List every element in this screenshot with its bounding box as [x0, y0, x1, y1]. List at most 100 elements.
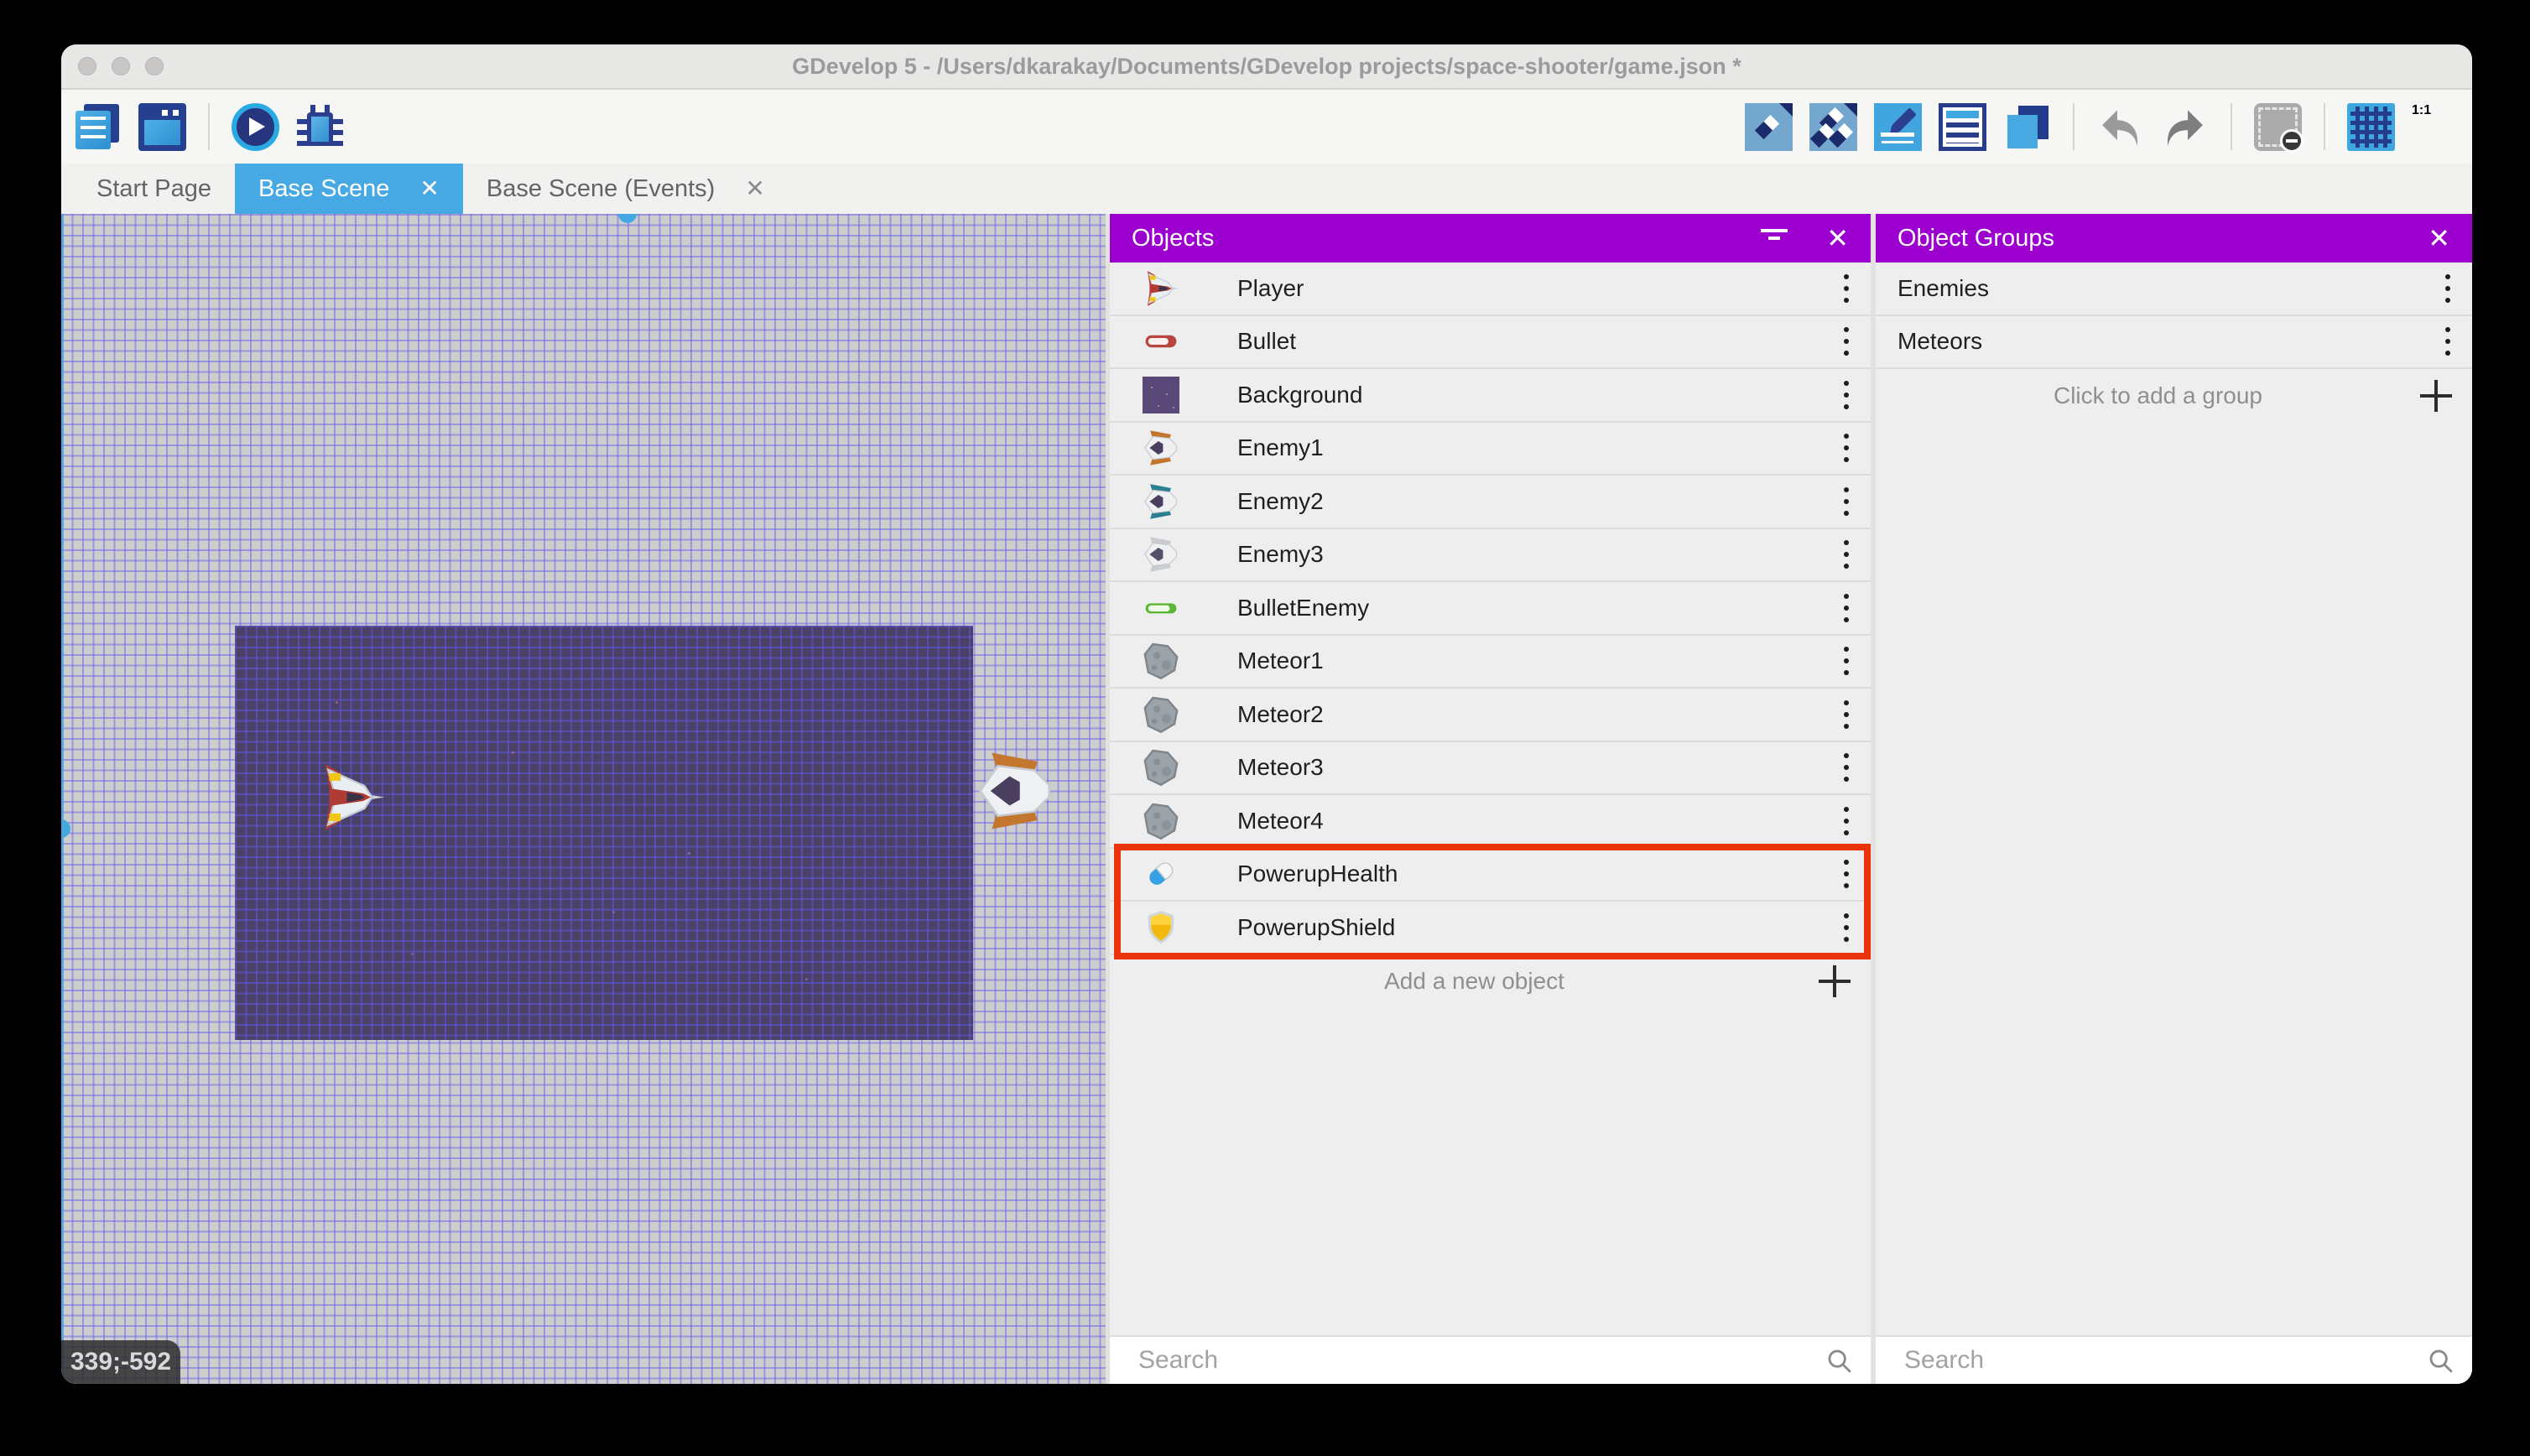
- add-group-label: Click to add a group: [2053, 382, 2263, 408]
- object-row[interactable]: Enemies: [1876, 263, 2472, 316]
- object-groups-list: Enemies Meteors Click to add a group: [1876, 263, 2472, 1335]
- object-name: Meteor3: [1237, 754, 1324, 781]
- canvas-horizontal-scroll-thumb[interactable]: [618, 214, 637, 223]
- kebab-menu-icon[interactable]: [1844, 273, 1849, 303]
- toolbar-left-group: [74, 102, 344, 151]
- kebab-menu-icon[interactable]: [1844, 434, 1849, 463]
- close-icon[interactable]: ✕: [2428, 225, 2450, 252]
- object-row[interactable]: Background: [1110, 369, 1871, 423]
- undo-icon[interactable]: [2096, 103, 2144, 151]
- background-tile-icon: [1141, 375, 1181, 415]
- toolbar-right-group: 1:1: [1745, 102, 2460, 153]
- properties-pencil-icon[interactable]: [1874, 102, 1922, 151]
- object-name: Background: [1237, 381, 1363, 408]
- kebab-menu-icon[interactable]: [1844, 380, 1849, 409]
- object-row[interactable]: Enemy3: [1110, 529, 1871, 582]
- scene-canvas[interactable]: 339;-592: [61, 214, 1106, 1384]
- kebab-menu-icon[interactable]: [1844, 327, 1849, 356]
- objects-panel-title: Objects: [1132, 224, 1215, 252]
- play-preview-icon[interactable]: [232, 102, 279, 151]
- enemy-instance[interactable]: [971, 744, 1059, 838]
- object-name: Player: [1237, 274, 1304, 301]
- kebab-menu-icon[interactable]: [1844, 806, 1849, 835]
- object-row[interactable]: Meteor4: [1110, 795, 1871, 849]
- kebab-menu-icon[interactable]: [2445, 273, 2450, 303]
- object-row[interactable]: Meteor1: [1110, 636, 1871, 689]
- close-tab-icon[interactable]: ✕: [419, 177, 439, 200]
- kebab-menu-icon[interactable]: [1844, 753, 1849, 783]
- object-row[interactable]: Bullet: [1110, 316, 1871, 369]
- object-row[interactable]: Meteor2: [1110, 689, 1871, 742]
- main-content: 339;-592 Objects ✕ Player Bullet Backgroun…: [61, 214, 2472, 1384]
- kebab-menu-icon[interactable]: [1844, 647, 1849, 676]
- object-row[interactable]: BulletEnemy: [1110, 582, 1871, 636]
- zoom-1-1-icon[interactable]: 1:1: [2412, 103, 2460, 151]
- kebab-menu-icon[interactable]: [1844, 699, 1849, 729]
- object-name: Enemy3: [1237, 541, 1324, 568]
- object-row[interactable]: Enemy1: [1110, 423, 1871, 476]
- canvas-vertical-scroll-thumb[interactable]: [61, 819, 70, 838]
- search-icon: [1828, 1349, 1851, 1373]
- player-ship-icon: [1141, 268, 1181, 309]
- app-window: GDevelop 5 - /Users/dkarakay/Documents/G…: [61, 44, 2472, 1384]
- kebab-menu-icon[interactable]: [2445, 327, 2450, 356]
- objects-search-input[interactable]: [1110, 1337, 1871, 1384]
- window-mask-icon[interactable]: [2254, 102, 2304, 153]
- add-group-row[interactable]: Click to add a group: [1876, 369, 2472, 423]
- instances-list-icon[interactable]: [1939, 102, 1986, 151]
- project-manager-icon[interactable]: [74, 103, 122, 151]
- object-groups-editor-icon[interactable]: [1809, 102, 1857, 151]
- window-titlebar: GDevelop 5 - /Users/dkarakay/Documents/G…: [61, 44, 2472, 90]
- player-instance[interactable]: [313, 757, 388, 837]
- tab-base-scene-events[interactable]: Base Scene (Events) ✕: [463, 164, 789, 214]
- object-row[interactable]: Player: [1110, 263, 1871, 316]
- object-groups-panel-title: Object Groups: [1898, 224, 2054, 252]
- object-row[interactable]: Enemy2: [1110, 476, 1871, 529]
- toolbar-divider: [2073, 103, 2074, 150]
- kebab-menu-icon[interactable]: [1844, 593, 1849, 622]
- kebab-menu-icon[interactable]: [1844, 860, 1849, 889]
- canvas-scroll-track: [61, 214, 64, 1384]
- meteor-icon: [1141, 694, 1181, 735]
- redo-icon[interactable]: [2161, 103, 2209, 151]
- cursor-coordinates-badge: 339;-592: [61, 1340, 180, 1384]
- filter-icon[interactable]: [1757, 226, 1791, 251]
- object-name: Meteor1: [1237, 647, 1324, 674]
- close-tab-icon[interactable]: ✕: [745, 177, 764, 200]
- object-row[interactable]: Meteors: [1876, 316, 2472, 369]
- plus-icon[interactable]: [1819, 965, 1851, 998]
- screenshot-background: GDevelop 5 - /Users/dkarakay/Documents/G…: [0, 0, 2530, 1456]
- red-bullet-icon: [1141, 321, 1181, 361]
- kebab-menu-icon[interactable]: [1844, 540, 1849, 569]
- close-icon[interactable]: ✕: [1826, 225, 1849, 252]
- kebab-menu-icon[interactable]: [1844, 486, 1849, 516]
- object-row[interactable]: PowerupShield: [1110, 902, 1871, 955]
- add-object-row[interactable]: Add a new object: [1110, 955, 1871, 1009]
- debug-bug-icon[interactable]: [296, 103, 344, 151]
- object-row[interactable]: PowerupHealth: [1110, 849, 1871, 902]
- tab-start-page[interactable]: Start Page: [73, 164, 235, 214]
- scene-window-icon[interactable]: [138, 102, 186, 151]
- tab-label: Base Scene: [258, 174, 390, 202]
- objects-panel: Objects ✕ Player Bullet Background Enemy1 En…: [1106, 214, 1871, 1384]
- tab-label: Base Scene (Events): [486, 174, 716, 202]
- window-title: GDevelop 5 - /Users/dkarakay/Documents/G…: [792, 53, 1741, 79]
- close-window-button[interactable]: [78, 57, 96, 75]
- layers-icon[interactable]: [2003, 103, 2051, 151]
- minimize-window-button[interactable]: [112, 57, 130, 75]
- add-object-label: Add a new object: [1384, 968, 1564, 995]
- zoom-window-button[interactable]: [145, 57, 164, 75]
- kebab-menu-icon[interactable]: [1844, 913, 1849, 942]
- objects-editor-icon[interactable]: [1745, 102, 1793, 151]
- groups-search-input[interactable]: [1876, 1337, 2472, 1384]
- toolbar-divider: [2231, 103, 2232, 150]
- object-groups-panel: Object Groups ✕ Enemies Meteors Click to a…: [1871, 214, 2472, 1384]
- plus-icon[interactable]: [2420, 379, 2452, 412]
- toolbar-divider: [208, 103, 210, 150]
- object-name: Meteor2: [1237, 700, 1324, 727]
- grid-icon[interactable]: [2347, 102, 2395, 151]
- object-row[interactable]: Meteor3: [1110, 742, 1871, 795]
- search-icon: [2429, 1349, 2453, 1373]
- objects-list: Player Bullet Background Enemy1 Enemy2 Enemy3…: [1110, 263, 1871, 1335]
- tab-base-scene[interactable]: Base Scene ✕: [235, 164, 463, 214]
